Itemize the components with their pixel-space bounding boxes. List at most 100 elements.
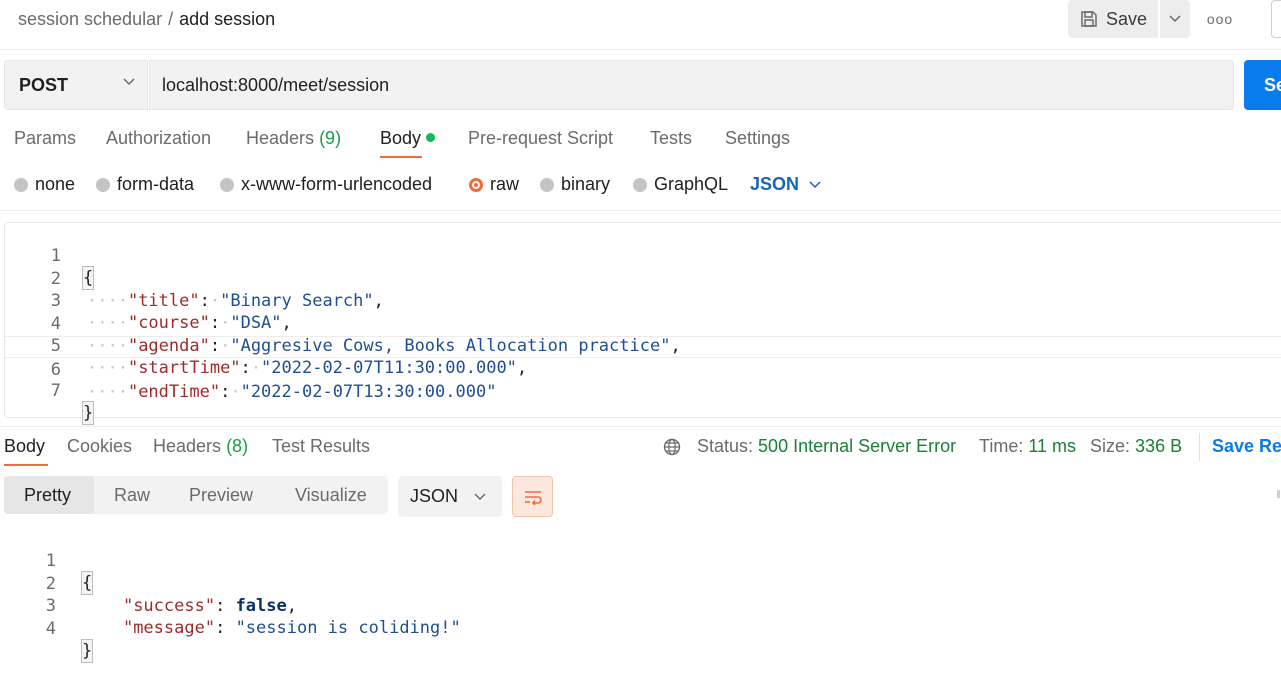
tab-label: Cookies: [67, 436, 133, 456]
url-input[interactable]: localhost:8000/meet/session: [149, 60, 1234, 110]
code-line: 1 {: [0, 528, 1281, 595]
globe-icon[interactable]: [663, 438, 681, 456]
radio-label: binary: [561, 174, 611, 194]
tab-label: Authorization: [106, 128, 212, 148]
line-number: 4: [45, 619, 56, 639]
response-tab-test-results[interactable]: Test Results: [272, 436, 370, 457]
tab-label: Body: [380, 128, 422, 148]
tab-label: Headers: [153, 436, 222, 456]
response-tab-body[interactable]: Body: [4, 436, 45, 457]
tab-label: Test Results: [272, 436, 371, 456]
view-preview[interactable]: Preview: [189, 476, 253, 514]
http-method-select[interactable]: POST: [4, 60, 148, 110]
status-value: 500 Internal Server Error: [758, 436, 957, 456]
view-pretty[interactable]: Pretty: [4, 476, 94, 514]
breadcrumb-collection[interactable]: session schedular: [18, 9, 162, 29]
tab-tests[interactable]: Tests: [650, 128, 692, 149]
code-line: 1 {: [5, 223, 1281, 290]
tab-settings[interactable]: Settings: [725, 128, 790, 149]
radio-graphql[interactable]: GraphQL: [633, 174, 728, 195]
time-label: Time:: [979, 436, 1024, 456]
save-options-button[interactable]: [1160, 0, 1190, 38]
view-visualize[interactable]: Visualize: [295, 476, 367, 514]
breadcrumb-request-name[interactable]: add session: [179, 9, 275, 29]
divider: [1199, 433, 1200, 461]
radio-label: form-data: [117, 174, 195, 194]
response-format-value: JSON: [410, 486, 459, 506]
response-tab-headers[interactable]: Headers (8): [153, 436, 248, 457]
tab-label: Pre-request Script: [468, 128, 614, 148]
radio-label: raw: [490, 174, 520, 194]
json-value: "2022-02-07T13:30:00.000": [240, 382, 497, 402]
response-time[interactable]: Time: 11 ms: [979, 436, 1076, 457]
send-button[interactable]: Se: [1244, 60, 1281, 110]
code-token: }: [80, 639, 94, 663]
edge-panel-toggle[interactable]: [1271, 0, 1281, 38]
radio-label: x-www-form-urlencoded: [241, 174, 433, 194]
chevron-down-icon: [809, 180, 821, 188]
headers-count: (8): [226, 436, 249, 456]
divider: [0, 210, 1281, 211]
active-tab-indicator: [380, 156, 422, 158]
tab-headers[interactable]: Headers (9): [246, 128, 341, 149]
view-raw[interactable]: Raw: [114, 476, 150, 514]
wrap-lines-button[interactable]: [512, 476, 553, 517]
more-actions-button[interactable]: ooo: [1206, 8, 1234, 30]
code-line: 3 ····"course":·"DSA",: [5, 268, 1281, 333]
radio-label: none: [35, 174, 76, 194]
save-icon: [1081, 11, 1097, 27]
divider: [0, 426, 1281, 427]
chevron-down-icon: [474, 492, 486, 500]
code-line-current: 6 ····"endTime":·"2022-02-07T13:30:00.00…: [5, 336, 1281, 402]
tab-params[interactable]: Params: [14, 128, 76, 149]
json-key: "message": [122, 618, 216, 638]
active-tab-indicator: [4, 464, 48, 466]
breadcrumb-separator: /: [168, 9, 174, 29]
tab-authorization[interactable]: Authorization: [106, 128, 211, 149]
modified-dot-icon: [426, 132, 436, 142]
radio-dot: [633, 177, 647, 192]
code-line: 7 }: [5, 358, 1281, 425]
send-label: Se: [1264, 74, 1281, 95]
headers-count: (9): [319, 128, 342, 148]
radio-binary[interactable]: binary: [540, 174, 610, 195]
radio-form-data[interactable]: form-data: [96, 174, 194, 195]
size-value: 336 B: [1135, 436, 1183, 456]
code-line: 4 }: [0, 596, 1281, 663]
url-value: localhost:8000/meet/session: [162, 74, 390, 95]
response-body-viewer[interactable]: 1 { 2 "success": false, 3 "message": "se…: [0, 528, 1281, 663]
tab-pre-request-script[interactable]: Pre-request Script: [468, 128, 613, 149]
response-format-select[interactable]: JSON: [398, 476, 502, 517]
json-key: "endTime": [127, 382, 221, 402]
radio-urlencoded[interactable]: x-www-form-urlencoded: [220, 174, 432, 195]
tab-body[interactable]: Body: [380, 128, 436, 149]
size-label: Size:: [1090, 436, 1131, 456]
radio-dot: [14, 177, 28, 192]
code-line: 4 ····"agenda":·"Aggresive Cows, Books A…: [5, 291, 1281, 356]
save-label: Save: [1106, 8, 1148, 29]
response-status[interactable]: Status: 500 Internal Server Error: [697, 436, 956, 457]
radio-dot-selected: [469, 177, 483, 192]
radio-raw[interactable]: raw: [469, 174, 519, 195]
chevron-down-icon: [1169, 15, 1181, 23]
code-line: 3 "message": "session is coliding!": [0, 573, 1281, 638]
status-label: Status:: [697, 436, 754, 456]
response-size[interactable]: Size: 336 B: [1090, 436, 1182, 457]
tab-label: Body: [4, 436, 46, 456]
request-body-editor[interactable]: 1 { 2 ····"title":·"Binary Search", 3 ··…: [4, 222, 1281, 425]
save-response-button[interactable]: Save Re: [1212, 436, 1281, 457]
tab-label: Tests: [650, 128, 693, 148]
scroll-indicator: [1277, 490, 1280, 498]
breadcrumb: session schedular / add session: [18, 9, 275, 30]
top-header: session schedular / add session Save ooo: [0, 0, 1281, 50]
body-language-select[interactable]: JSON: [750, 174, 821, 195]
body-language-value: JSON: [750, 174, 800, 194]
code-token: }: [81, 401, 95, 425]
response-tab-cookies[interactable]: Cookies: [67, 436, 132, 457]
tab-label: Params: [14, 128, 77, 148]
radio-none[interactable]: none: [14, 174, 75, 195]
code-line: 2 ····"title":·"Binary Search",: [5, 246, 1281, 311]
radio-dot: [540, 177, 554, 192]
save-button[interactable]: Save: [1068, 0, 1158, 38]
code-line: 2 "success": false,: [0, 551, 1281, 616]
